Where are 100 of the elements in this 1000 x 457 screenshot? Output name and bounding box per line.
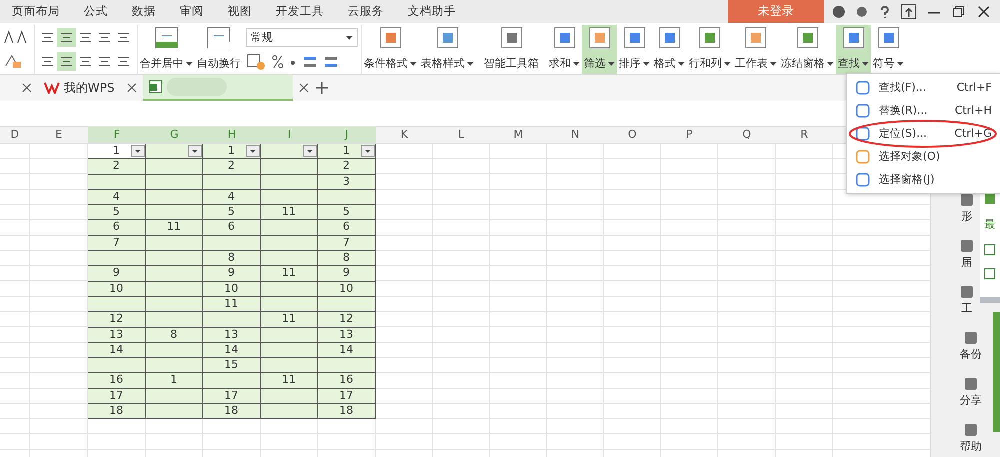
menu-tab[interactable]: 审阅: [168, 4, 216, 19]
panel-title: 最: [984, 217, 996, 232]
table-cell: 14: [203, 342, 261, 358]
table-cell: 11: [261, 205, 318, 220]
document-tab[interactable]: [142, 75, 293, 101]
column-header[interactable]: E: [30, 127, 88, 143]
table-cell: [146, 342, 203, 358]
column-header[interactable]: D: [0, 127, 30, 143]
align-icon[interactable]: [57, 28, 76, 47]
table-cell: [261, 296, 318, 312]
table-cell: [146, 174, 203, 190]
number-format-dropdown[interactable]: 常规: [246, 28, 358, 47]
table-cell: 15: [203, 358, 261, 374]
close-icon[interactable]: [976, 4, 992, 20]
filter-dropdown-icon[interactable]: [361, 145, 375, 157]
menu-item[interactable]: 选择窗格(J): [847, 168, 1000, 191]
table-cell: 18: [203, 404, 261, 420]
table-cell: [88, 251, 146, 266]
table-cell: 10: [318, 282, 376, 297]
close-icon[interactable]: [298, 83, 309, 93]
ribbon-button[interactable]: 筛选: [582, 25, 617, 74]
menu-tab[interactable]: 开发工具: [264, 4, 336, 19]
ribbon-button[interactable]: 工作表: [733, 25, 779, 74]
table-cell: 17: [203, 388, 261, 404]
filter-dropdown-icon[interactable]: [188, 145, 202, 157]
table-cell: [88, 358, 146, 374]
column-header[interactable]: L: [433, 127, 490, 143]
column-header[interactable]: M: [490, 127, 547, 143]
ribbon-button[interactable]: 冻结窗格: [779, 25, 836, 74]
collapse-handle[interactable]: [993, 312, 1000, 432]
table-cell: [203, 236, 261, 252]
table-cell: 4: [88, 190, 146, 206]
table-cell: [146, 282, 203, 297]
side-panel-button[interactable]: 备份: [960, 331, 982, 362]
table-cell: 3: [318, 174, 376, 190]
ribbon-button[interactable]: 查找: [836, 25, 871, 74]
caret-icon: [346, 36, 353, 40]
table-cell: [261, 220, 318, 236]
column-header[interactable]: O: [604, 127, 661, 143]
table-cell: [261, 328, 318, 343]
wps-logo-icon: [44, 82, 60, 94]
side-panel-button[interactable]: 分享: [960, 377, 982, 408]
menu-item[interactable]: 替换(R)... Ctrl+H: [847, 99, 1000, 122]
ribbon-button[interactable]: 合并居中: [138, 25, 195, 74]
filter-dropdown-icon[interactable]: [246, 145, 260, 157]
ribbon-button[interactable]: 排序: [617, 25, 652, 74]
ribbon-button[interactable]: 符号: [871, 25, 906, 74]
ribbon-button[interactable]: 行和列: [687, 25, 733, 74]
ribbon-button[interactable]: 智能工具箱: [482, 25, 541, 74]
align-icon[interactable]: [57, 52, 76, 72]
close-icon[interactable]: [22, 83, 32, 93]
table-cell: 12: [88, 312, 146, 328]
table-cell: 10: [203, 282, 261, 297]
table-cell: [146, 358, 203, 374]
column-header[interactable]: N: [547, 127, 604, 143]
side-panel-button[interactable]: 工: [960, 285, 974, 316]
plus-icon[interactable]: [314, 81, 329, 95]
ribbon-button[interactable]: 表格样式: [419, 25, 476, 74]
table-cell: [146, 404, 203, 420]
percent-icon[interactable]: [271, 54, 285, 70]
menu-item[interactable]: 选择对象(O): [847, 145, 1000, 168]
filter-dropdown-icon[interactable]: [131, 145, 145, 157]
menu-tab[interactable]: 页面布局: [0, 4, 72, 19]
table-cell: 12: [318, 312, 376, 328]
side-panel-button[interactable]: 帮助: [960, 423, 982, 454]
table-cell: 11: [146, 220, 203, 236]
ribbon-button[interactable]: 条件格式: [362, 25, 419, 74]
menu-tab[interactable]: 公式: [72, 4, 120, 19]
filter-dropdown-icon[interactable]: [303, 145, 317, 157]
column-header[interactable]: Q: [718, 127, 776, 143]
table-cell: 13: [203, 328, 261, 343]
menu-item[interactable]: 定位(S)... Ctrl+G: [847, 122, 1000, 145]
document-tab[interactable]: 我的WPS: [38, 75, 121, 101]
menu-tab[interactable]: 数据: [120, 4, 168, 19]
table-cell: 11: [261, 266, 318, 282]
table-cell: 16: [318, 373, 376, 389]
menu-tab[interactable]: 视图: [216, 4, 264, 19]
side-panel-button[interactable]: 届: [960, 239, 974, 270]
ribbon-button[interactable]: 格式: [652, 25, 687, 74]
table-cell: [146, 296, 203, 312]
table-cell: 13: [318, 328, 376, 343]
table-cell: [318, 358, 376, 374]
ribbon-button[interactable]: 求和: [547, 25, 582, 74]
upload-icon[interactable]: [901, 4, 917, 20]
restore-icon[interactable]: [951, 4, 967, 20]
table-cell: [261, 174, 318, 190]
table-cell: [261, 236, 318, 252]
column-header[interactable]: P: [661, 127, 718, 143]
table-cell: [261, 404, 318, 420]
column-header[interactable]: K: [376, 127, 433, 143]
table-cell: [261, 388, 318, 404]
column-header[interactable]: R: [776, 127, 833, 143]
menu-tab[interactable]: 文档助手: [396, 4, 468, 19]
table-cell: 11: [261, 312, 318, 328]
close-icon[interactable]: [126, 83, 137, 93]
menu-tab[interactable]: 云服务: [336, 4, 396, 19]
ribbon-button[interactable]: 自动换行: [195, 25, 243, 74]
menu-item[interactable]: 查找(F)... Ctrl+F: [847, 76, 1000, 99]
table-cell: 4: [203, 190, 261, 206]
side-panel-button[interactable]: 形: [960, 193, 974, 224]
